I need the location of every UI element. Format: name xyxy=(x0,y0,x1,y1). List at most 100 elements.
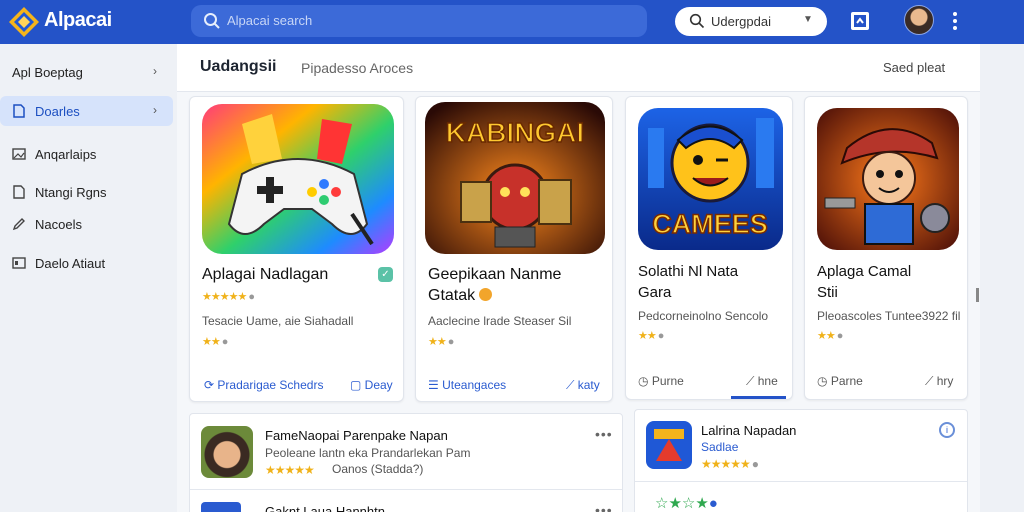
star-rating: ★★ ● xyxy=(638,330,665,342)
more-options-icon[interactable]: ••• xyxy=(595,426,613,442)
game-list: FameNaopai Parenpake Napan Peoleane lant… xyxy=(189,413,623,512)
star-rating: ★★★★★ ● xyxy=(202,291,255,303)
game-art-gamepad[interactable] xyxy=(202,104,394,254)
footer-action-label: Uteangaces xyxy=(442,378,507,392)
search-input[interactable]: Alpacai search xyxy=(191,5,647,37)
file-icon xyxy=(12,104,26,118)
footer-action-label: katy xyxy=(577,378,600,392)
card-title-line2: Gtatak xyxy=(428,285,493,306)
game-art-hero[interactable]: CAMEES xyxy=(638,108,783,250)
sidebar-item-anqarlaips[interactable]: Anqarlaips xyxy=(0,139,173,169)
more-options-icon[interactable]: ••• xyxy=(595,502,613,512)
list-item-subtitle: Sadlae xyxy=(701,440,739,454)
image-icon xyxy=(12,147,26,161)
chevron-right-icon: › xyxy=(153,64,157,78)
header-link[interactable]: Saed pleat xyxy=(883,60,945,75)
sidebar-item-ntangi[interactable]: Ntangi Rgns xyxy=(0,177,173,207)
game-card[interactable]: Aplagai Nadlagan ✓ ★★★★★ ● Tesacie Uame, … xyxy=(189,96,404,402)
art-text: CAMEES xyxy=(652,209,768,239)
star-rating: ★★ ● xyxy=(817,330,844,342)
coin-icon xyxy=(479,288,493,301)
game-card[interactable]: Aplaga Camal Stii Pleoascoles Tuntee3922… xyxy=(804,96,968,400)
card-title: Aplagai Nadlagan xyxy=(202,266,329,283)
footer-action-label: hry xyxy=(936,374,954,388)
card-footer-action[interactable]: ⟋ hry xyxy=(925,374,953,389)
list-item-thumbnail xyxy=(201,502,241,512)
sidebar-item-nacoels[interactable]: Nacoels xyxy=(0,209,173,239)
card-title: Geepikaan Nanme xyxy=(428,266,562,283)
upload-icon[interactable] xyxy=(849,10,871,32)
star-rating: ☆★☆★● xyxy=(655,495,718,512)
list-item-thumbnail xyxy=(646,421,692,469)
sidebar-item-label: Ntangi Rgns xyxy=(35,185,107,200)
footer-action-label: Purne xyxy=(651,374,684,388)
search-icon xyxy=(689,13,705,29)
scrollbar-thumb[interactable] xyxy=(976,288,979,302)
featured-list: Lalrina Napadan Sadlae ★★★★★ ● i ☆★☆★● xyxy=(634,409,968,512)
brand-name: Alpacai xyxy=(44,9,112,31)
card-title-line2: Stii xyxy=(817,284,838,301)
sidebar-item-label: Daelo Atiaut xyxy=(35,256,106,271)
verified-icon: ✓ xyxy=(378,267,393,282)
sidebar: Apl Boeptag › Doarles › Anqarlaips Ntang… xyxy=(0,44,176,512)
sidebar-item-doarles[interactable]: Doarles › xyxy=(0,96,173,126)
card-description: Tesacie Uame, aie Siahadall xyxy=(202,314,354,328)
game-card[interactable]: KABINGAI Geepikaan Nanme Gtatak Aaclecin… xyxy=(415,96,613,402)
sidebar-item-label: Anqarlaips xyxy=(35,147,97,162)
list-item[interactable]: Lalrina Napadan Sadlae ★★★★★ ● i xyxy=(635,410,967,482)
card-footer-action[interactable]: ⟋ hne xyxy=(746,374,778,389)
alpacai-logo-icon[interactable] xyxy=(8,6,40,38)
footer-action-label: Deay xyxy=(364,378,393,392)
list-item-meta: Oanos (Stadda?) xyxy=(332,462,424,476)
card-title-text: Gtatak xyxy=(428,287,476,304)
window-icon xyxy=(12,256,26,270)
game-art-robot[interactable]: KABINGAI xyxy=(425,102,605,254)
page-title: Uadangsii xyxy=(200,58,277,75)
sidebar-item-label: Apl Boeptag xyxy=(12,65,83,80)
card-title: Solathi Nl Nata xyxy=(638,263,739,280)
card-description: Aaclecine lrade Steaser Sil xyxy=(428,314,572,328)
main-content: Uadangsii Pipadesso Aroces Saed pleat Ap… xyxy=(177,44,980,512)
list-item-subtitle: Peoleane lantn eka Prandarlekan Pam xyxy=(265,446,471,460)
select-value: Udergpdai xyxy=(711,14,771,29)
star-rating: ★★ ● xyxy=(202,336,229,348)
footer-action-label: hne xyxy=(757,374,778,388)
star-rating: ★★ ● xyxy=(428,336,455,348)
active-indicator xyxy=(731,396,786,399)
game-art-warrior[interactable] xyxy=(817,108,959,250)
list-item[interactable]: FameNaopai Parenpake Napan Peoleane lant… xyxy=(190,414,622,490)
avatar[interactable] xyxy=(904,5,934,35)
sidebar-item-boeptag[interactable]: Apl Boeptag › xyxy=(0,57,173,87)
sidebar-item-daelo[interactable]: Daelo Atiaut xyxy=(0,248,173,278)
star-rating: ★★★★★ ● xyxy=(701,457,760,471)
main-header: Uadangsii Pipadesso Aroces Saed pleat xyxy=(177,44,980,92)
scrollbar-track[interactable] xyxy=(980,44,1024,512)
card-footer-action[interactable]: ◷ Parne xyxy=(817,374,863,388)
file-icon xyxy=(12,185,26,199)
game-card[interactable]: CAMEES Solathi Nl Nata Gara Pedcorneinol… xyxy=(625,96,793,400)
list-item-title: Gaknt Laua Hannhtn xyxy=(265,504,385,512)
pencil-icon xyxy=(12,217,26,231)
more-menu-icon[interactable] xyxy=(948,10,962,32)
card-footer-action[interactable]: ▢ Deay xyxy=(350,378,393,392)
card-footer-action[interactable]: ⟋ katy xyxy=(566,378,600,393)
search-placeholder: Alpacai search xyxy=(227,13,313,28)
page-subtitle[interactable]: Pipadesso Aroces xyxy=(301,60,413,76)
card-footer-action[interactable]: ☰ Uteangaces xyxy=(428,378,506,392)
sidebar-item-label: Nacoels xyxy=(35,217,82,232)
list-item-title: FameNaopai Parenpake Napan xyxy=(265,428,448,443)
footer-action-label: Pradarigae Schedrs xyxy=(217,378,324,392)
card-footer-action[interactable]: ⟳ Pradarigae Schedrs xyxy=(204,378,323,392)
list-item-title: Lalrina Napadan xyxy=(701,423,797,438)
list-item[interactable]: Gaknt Laua Hannhtn ••• xyxy=(190,492,622,512)
category-select[interactable]: Udergpdai ▼ xyxy=(675,7,827,36)
list-item[interactable]: ☆★☆★● xyxy=(635,484,967,512)
card-description: Pleoascoles Tuntee3922 fil xyxy=(817,309,961,323)
sidebar-item-label: Doarles xyxy=(35,104,80,119)
chevron-right-icon: › xyxy=(153,103,157,117)
art-text: KABINGAI xyxy=(446,117,584,148)
star-rating: ★★★★★ xyxy=(265,463,315,477)
card-footer-action[interactable]: ◷ Purne xyxy=(638,374,684,388)
card-title: Aplaga Camal xyxy=(817,263,912,280)
info-icon[interactable]: i xyxy=(939,422,955,438)
